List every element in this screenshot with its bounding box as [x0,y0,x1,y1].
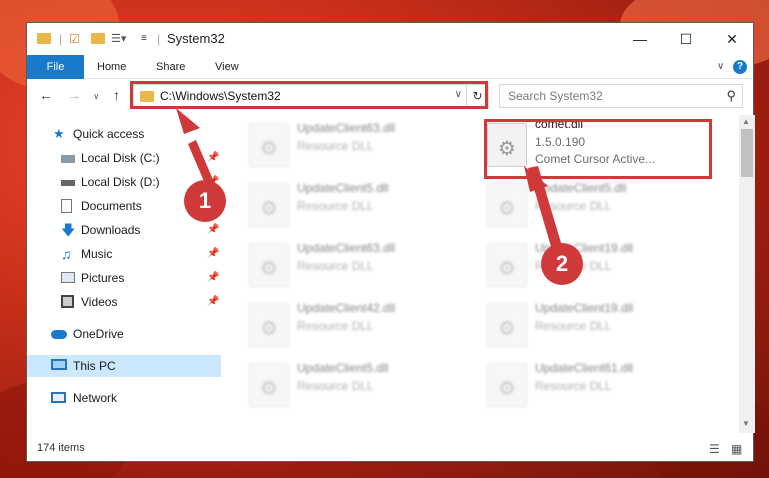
list-item[interactable]: ⚙ UpdateClient19.dll Resource DLL [465,295,695,355]
sidebar-item-this-pc[interactable]: This PC [27,355,221,377]
list-item[interactable]: ⚙ UpdateClient5.dll Resource DLL [227,355,457,415]
back-button[interactable]: ← [39,87,53,103]
gear-icon: ⚙ [498,258,516,280]
dll-file-icon: ⚙ [249,243,289,287]
list-item[interactable]: ⚙ UpdateClient61.dll Resource DLL [465,355,695,415]
gear-icon: ⚙ [498,318,516,340]
list-item[interactable]: ⚙ UpdateClient63.dll Resource DLL [227,115,457,175]
gear-icon: ⚙ [260,138,278,160]
large-icons-view-icon[interactable]: ▦ [731,442,742,456]
properties-icon[interactable]: ☑ [69,32,80,46]
sidebar-item-downloads[interactable]: 🡇 Downloads 📌 [27,219,221,241]
gear-icon: ⚙ [498,198,516,220]
new-folder-icon[interactable] [91,33,105,44]
expand-ribbon-icon[interactable]: ∨ [717,60,724,74]
search-icon[interactable]: ⚲ [726,88,736,104]
sidebar-item-pictures[interactable]: Pictures 📌 [27,267,221,289]
sidebar-item-videos[interactable]: Videos 📌 [27,291,221,313]
minimize-button[interactable]: — [617,23,663,55]
tab-view[interactable]: View [215,55,239,79]
item-count: 174 items [37,442,85,454]
videos-icon [61,295,74,308]
scroll-up-icon[interactable]: ▲ [742,117,750,126]
navigation-pane: ★ Quick access Local Disk (C:) 📌 Local D… [27,115,221,433]
dll-file-icon: ⚙ [249,183,289,227]
sidebar-item-local-disk-c[interactable]: Local Disk (C:) 📌 [27,147,221,169]
tab-home[interactable]: Home [97,55,126,79]
computer-icon [51,359,67,370]
pin-icon[interactable]: 📌 [207,267,219,289]
window-title: System32 [167,31,225,46]
dll-file-icon: ⚙ [249,303,289,347]
gear-icon: ⚙ [260,378,278,400]
help-icon[interactable]: ? [733,60,747,74]
search-box[interactable]: Search System32 ⚲ [499,84,743,108]
file-highlight [484,119,712,179]
title-bar: | ☑ ☰▾ ≡ | System32 — ☐ ✕ [27,23,753,55]
address-highlight [130,81,488,109]
download-icon: 🡇 [61,222,76,238]
sidebar-item-network[interactable]: Network [27,387,221,409]
dll-file-icon: ⚙ [487,243,527,287]
gear-icon: ⚙ [260,258,278,280]
search-input[interactable]: Search System32 [508,89,603,103]
close-button[interactable]: ✕ [709,23,755,55]
sidebar-item-quick-access[interactable]: ★ Quick access [27,123,221,145]
scroll-down-icon[interactable]: ▼ [742,419,750,428]
toolbar-dropdown-icon[interactable]: ≡ [141,32,147,46]
drive-icon [61,155,75,163]
dll-file-icon: ⚙ [487,363,527,407]
music-icon: ♫ [61,246,72,262]
documents-icon [61,199,72,213]
dll-file-icon: ⚙ [487,183,527,227]
sidebar-item-onedrive[interactable]: OneDrive [27,323,221,345]
list-item[interactable]: ⚙ UpdateClient63.dll Resource DLL [227,235,457,295]
vertical-scrollbar[interactable]: ▲ ▼ [739,115,755,433]
pictures-icon [61,272,75,283]
up-button[interactable]: ↑ [113,87,120,103]
pin-icon[interactable]: 📌 [207,291,219,313]
recent-locations-button[interactable]: ∨ [93,91,100,102]
gear-icon: ⚙ [260,318,278,340]
pin-icon[interactable]: 📌 [207,147,219,169]
list-item[interactable]: ⚙ UpdateClient42.dll Resource DLL [227,295,457,355]
maximize-button[interactable]: ☐ [663,23,709,55]
step-badge-2: 2 [541,243,583,285]
scrollbar-thumb[interactable] [741,129,753,177]
tab-file[interactable]: File [27,55,84,79]
pin-icon[interactable]: 📌 [207,219,219,241]
cloud-icon [51,330,67,339]
ribbon-tabs: File Home Share View ∨ ? [27,55,753,79]
star-icon: ★ [53,126,65,141]
pin-icon[interactable]: 📌 [207,243,219,265]
gear-icon: ⚙ [498,378,516,400]
sidebar-item-music[interactable]: ♫ Music 📌 [27,243,221,265]
status-bar: 174 items ☰ ▦ [27,437,753,461]
list-item[interactable]: ⚙ UpdateClient5.dll Resource DLL [227,175,457,235]
gear-icon: ⚙ [260,198,278,220]
forward-button[interactable]: → [67,87,81,103]
list-item[interactable]: ⚙ UpdateClient5.dll Resource DLL [465,175,695,235]
dll-file-icon: ⚙ [487,303,527,347]
dll-file-icon: ⚙ [249,123,289,167]
tab-share[interactable]: Share [156,55,185,79]
customize-toolbar-icon[interactable]: ☰▾ [111,32,126,46]
folder-icon [37,33,51,44]
details-view-icon[interactable]: ☰ [709,442,720,456]
step-badge-1: 1 [184,180,226,222]
dll-file-icon: ⚙ [249,363,289,407]
drive-icon [61,180,75,186]
network-icon [51,392,66,403]
